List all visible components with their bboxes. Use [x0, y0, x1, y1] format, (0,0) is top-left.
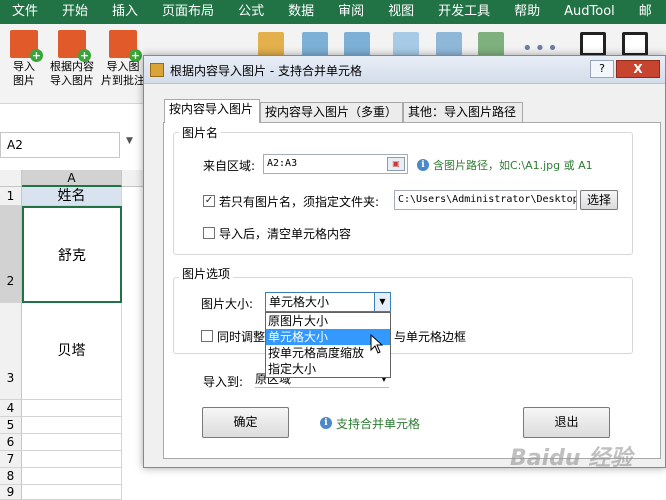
row-header-2[interactable]: 2 [0, 206, 22, 303]
ribbon-tab-audtool[interactable]: AudTool [552, 0, 627, 24]
row-header-1[interactable]: 1 [0, 187, 22, 206]
cell-a7[interactable] [22, 451, 122, 468]
image-frame-icon[interactable] [436, 32, 462, 56]
row-header-6[interactable]: 6 [0, 434, 22, 451]
clear-contents-label: 导入后，清空单元格内容 [219, 227, 352, 241]
adjust-label-left: 同时调整 [217, 330, 266, 344]
cell-a3[interactable]: 贝塔 [22, 303, 122, 400]
ribbon-tab-formulas[interactable]: 公式 [226, 0, 276, 24]
import-image-label-2: 图片 [13, 74, 35, 87]
image-grid-icon[interactable] [478, 32, 504, 56]
ribbon-tab-page-layout[interactable]: 页面布局 [150, 0, 226, 24]
info-icon: i [417, 159, 429, 171]
picture-icon[interactable] [302, 32, 328, 56]
import-to-comment-label-2: 片到批注 [101, 74, 145, 87]
app-icon [150, 63, 164, 77]
name-box[interactable]: A2 [0, 132, 120, 158]
import-to-comment-label-1: 导入图 [106, 60, 140, 73]
ribbon-tab-review[interactable]: 审阅 [326, 0, 376, 24]
ribbon-tab-insert[interactable]: 插入 [100, 0, 150, 24]
browse-button[interactable]: 选择 [580, 190, 618, 210]
ribbon-tab-file[interactable]: 文件 [0, 0, 50, 24]
ok-button[interactable]: 确定 [202, 407, 289, 438]
ribbon-tab-bar: 文件 开始 插入 页面布局 公式 数据 审阅 视图 开发工具 帮助 AudToo… [0, 0, 666, 24]
cell-a4[interactable] [22, 400, 122, 417]
chevron-down-icon[interactable]: ▼ [374, 293, 390, 311]
path-hint: 含图片路径，如C:\A1.jpg 或 A1 [433, 159, 593, 172]
option-original-size[interactable]: 原图片大小 [266, 313, 390, 329]
info-icon: i [320, 417, 332, 429]
ribbon-tab-view[interactable]: 视图 [376, 0, 426, 24]
cell-a6[interactable] [22, 434, 122, 451]
import-image-label-1: 导入 [13, 60, 35, 73]
screen-icon[interactable] [393, 32, 419, 56]
help-button[interactable]: ? [590, 60, 614, 78]
row-header-3[interactable]: 3 [0, 303, 22, 400]
ribbon-tab-home[interactable]: 开始 [50, 0, 100, 24]
adjust-checkbox[interactable] [201, 330, 213, 342]
source-range-label: 来自区域: [203, 159, 256, 173]
cell-a8[interactable] [22, 468, 122, 485]
import-by-content-button[interactable]: + 根据内容 导入图片 [44, 30, 100, 88]
ribbon-tab-help[interactable]: 帮助 [502, 0, 552, 24]
row-header-8[interactable]: 8 [0, 468, 22, 485]
import-to-label: 导入到: [203, 375, 244, 389]
import-by-content-label-1: 根据内容 [50, 60, 94, 73]
tab-import-path[interactable]: 其他：导入图片路径 [403, 102, 523, 122]
barcode-icon[interactable] [622, 32, 648, 56]
adjust-label-right: 与单元格边框 [394, 330, 467, 344]
select-all-corner[interactable] [0, 170, 22, 187]
ribbon-tab-data[interactable]: 数据 [276, 0, 326, 24]
row-header-4[interactable]: 4 [0, 400, 22, 417]
chevron-down-icon[interactable]: ▼ [126, 136, 133, 146]
group-image-options-title: 图片选项 [179, 265, 234, 282]
range-select-icon[interactable]: ▣ [387, 157, 405, 171]
cell-a2[interactable]: 舒克 [22, 206, 122, 303]
row-header-5[interactable]: 5 [0, 417, 22, 434]
import-by-content-label-2: 导入图片 [50, 74, 94, 87]
exit-button[interactable]: 退出 [523, 407, 610, 438]
import-image-dialog: 根据内容导入图片 - 支持合并单元格 ? X 按内容导入图片 按内容导入图片（多… [143, 55, 666, 468]
dialog-title: 根据内容导入图片 - 支持合并单元格 [170, 64, 362, 78]
cell-a9[interactable] [22, 485, 122, 500]
folder-icon[interactable] [258, 32, 284, 56]
merge-hint: 支持合并单元格 [336, 417, 421, 431]
image-size-label: 图片大小: [201, 297, 254, 311]
qrcode-icon[interactable] [580, 32, 606, 56]
text-image-plus-icon: + [58, 30, 91, 62]
tab-import-by-content[interactable]: 按内容导入图片 [164, 99, 260, 123]
cell-a5[interactable] [22, 417, 122, 434]
image-size-select[interactable]: 单元格大小 ▼ [265, 292, 391, 312]
ribbon-tab-developer[interactable]: 开发工具 [426, 0, 502, 24]
column-header-a[interactable]: A [22, 170, 122, 187]
import-image-button[interactable]: + 导入 图片 [4, 30, 44, 88]
mouse-cursor-icon [370, 334, 384, 354]
cell-a1[interactable]: 姓名 [22, 187, 122, 206]
image-size-selected: 单元格大小 [269, 295, 330, 309]
group-image-name-title: 图片名 [179, 124, 222, 141]
dialog-titlebar[interactable]: 根据内容导入图片 - 支持合并单元格 ? X [144, 56, 665, 84]
option-custom-size[interactable]: 指定大小 [266, 361, 390, 377]
clear-contents-checkbox[interactable] [203, 227, 215, 239]
close-button[interactable]: X [616, 60, 660, 78]
watermark: Baidu 经验 [510, 446, 633, 471]
ribbon-tab-mail[interactable]: 邮 [627, 0, 664, 24]
folder-checkbox-label: 若只有图片名，须指定文件夹: [219, 195, 380, 209]
folder-checkbox[interactable]: ✓ [203, 195, 215, 207]
image-plus-icon: + [10, 30, 43, 62]
row-header-9[interactable]: 9 [0, 485, 22, 500]
row-header-7[interactable]: 7 [0, 451, 22, 468]
picture-edit-icon[interactable] [344, 32, 370, 56]
folder-path-input[interactable]: C:\Users\Administrator\Desktop [394, 190, 577, 210]
tab-import-multiple[interactable]: 按内容导入图片（多重） [260, 102, 403, 122]
comment-image-plus-icon: + [109, 30, 142, 62]
import-to-comment-button[interactable]: + 导入图 片到批注 [100, 30, 146, 88]
